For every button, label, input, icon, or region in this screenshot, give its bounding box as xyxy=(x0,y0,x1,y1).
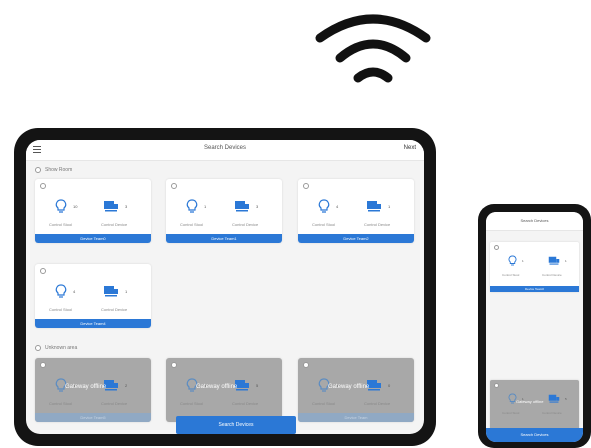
control-stool-label: Control Stool xyxy=(180,222,204,227)
tablet-device: Search Devices Next Show Room 10 3 Contr… xyxy=(14,128,436,446)
device-team-card[interactable]: 4 1 Control Stool Control Device Device … xyxy=(35,264,151,328)
team-label: Device Team1 xyxy=(166,234,282,243)
device-team-card[interactable]: 10 3 Control Stool Control Device Device… xyxy=(35,179,151,243)
bulb-icon xyxy=(508,255,517,266)
control-stool-label: Control Stool xyxy=(180,401,204,406)
team-label: Device Team2 xyxy=(298,234,414,243)
device-team-card-offline[interactable]: 4 5 Gateway offline Control Stool Contro… xyxy=(166,358,282,422)
radio-button[interactable] xyxy=(171,183,177,189)
device-count: 1 xyxy=(565,259,567,263)
device-icon xyxy=(548,394,560,403)
control-stool-label: Control Stool xyxy=(49,401,73,406)
device-count: 0 xyxy=(388,383,391,388)
control-stool-label: Control Stool xyxy=(502,273,520,277)
radio-button[interactable] xyxy=(303,362,309,368)
bulb-count: 4 xyxy=(73,289,76,294)
radio-button[interactable] xyxy=(494,383,499,388)
gateway-offline-label: Gateway offline xyxy=(328,384,370,390)
team-label: Device Team5 xyxy=(35,413,151,422)
team-label: Device Team0 xyxy=(490,286,579,292)
control-stool-label: Control Stool xyxy=(312,222,336,227)
device-count: 5 xyxy=(256,383,259,388)
page-title: Search Devices xyxy=(203,145,247,151)
device-icon xyxy=(548,256,560,265)
device-team-card[interactable]: 1 1 Control Stool Control Device Device … xyxy=(490,242,579,292)
team-label: Device Team xyxy=(298,413,414,422)
control-device-label: Control Device xyxy=(101,222,128,227)
control-device-label: Control Device xyxy=(542,411,562,415)
control-stool-label: Control Stool xyxy=(49,307,73,312)
control-stool-label: Control Stool xyxy=(312,401,336,406)
group-label: Unknown area xyxy=(45,345,78,351)
group-header-showroom[interactable]: Show Room xyxy=(35,167,72,173)
radio-button[interactable] xyxy=(40,183,46,189)
control-device-label: Control Device xyxy=(101,307,128,312)
radio-button[interactable] xyxy=(35,167,41,173)
device-count: 5 xyxy=(565,397,567,401)
device-team-card[interactable]: 1 3 Control Stool Control Device Device … xyxy=(166,179,282,243)
device-team-card-offline[interactable]: 4 0 Gateway offline Control Stool Contro… xyxy=(298,358,414,422)
device-count: 2 xyxy=(125,383,128,388)
device-icon xyxy=(104,201,118,212)
bulb-icon xyxy=(55,284,67,298)
device-icon xyxy=(235,201,249,212)
control-stool-label: Control Stool xyxy=(502,411,520,415)
bulb-count: 1 xyxy=(522,259,524,263)
radio-button[interactable] xyxy=(494,245,499,250)
device-team-card-offline[interactable]: 1 5 Gateway offline Control Stool Contro… xyxy=(490,380,579,430)
team-label: Device Team0 xyxy=(35,234,151,243)
control-device-label: Control Device xyxy=(542,273,562,277)
bulb-count: 1 xyxy=(204,204,207,209)
team-label: Device Team4 xyxy=(35,319,151,328)
device-team-card[interactable]: 4 1 Control Stool Control Device Device … xyxy=(298,179,414,243)
search-devices-button[interactable]: Search Devices xyxy=(486,428,583,442)
gateway-offline-label: Gateway offline xyxy=(196,384,238,390)
control-device-label: Control Device xyxy=(232,222,259,227)
next-button[interactable]: Next xyxy=(404,145,416,151)
search-devices-button[interactable]: Search Devices xyxy=(176,416,296,434)
group-label: Show Room xyxy=(45,167,73,173)
device-icon xyxy=(104,286,118,297)
control-device-label: Control Device xyxy=(364,222,391,227)
radio-button[interactable] xyxy=(40,268,46,274)
device-count: 3 xyxy=(256,204,259,209)
phone-page-title: Search Devices xyxy=(486,212,583,231)
group-header-unknown[interactable]: Unknown area xyxy=(35,345,77,351)
radio-button[interactable] xyxy=(303,183,309,189)
device-count: 3 xyxy=(125,204,128,209)
device-count: 1 xyxy=(388,204,391,209)
gateway-offline-label: Gateway offline xyxy=(65,384,107,390)
device-icon xyxy=(367,201,381,212)
tablet-screen: Search Devices Next Show Room 10 3 Contr… xyxy=(26,140,424,434)
phone-device: Search Devices 1 1 Control Stool Control… xyxy=(478,204,591,448)
bulb-count: 4 xyxy=(336,204,339,209)
radio-button[interactable] xyxy=(35,345,41,351)
control-device-label: Control Device xyxy=(101,401,128,406)
radio-button[interactable] xyxy=(40,362,46,368)
gateway-offline-label: Gateway offline xyxy=(516,399,544,404)
bulb-icon xyxy=(318,199,330,213)
device-team-card-offline[interactable]: 1 2 Gateway offline Control Stool Contro… xyxy=(35,358,151,422)
bulb-icon xyxy=(55,199,67,213)
phone-screen: Search Devices 1 1 Control Stool Control… xyxy=(486,212,583,442)
top-bar: Search Devices Next xyxy=(26,140,424,161)
control-stool-label: Control Stool xyxy=(49,222,73,227)
control-device-label: Control Device xyxy=(364,401,391,406)
bulb-icon xyxy=(186,199,198,213)
bulb-count: 10 xyxy=(73,204,78,209)
radio-button[interactable] xyxy=(171,362,177,368)
device-count: 1 xyxy=(125,289,128,294)
wifi-icon xyxy=(315,14,431,83)
control-device-label: Control Device xyxy=(232,401,259,406)
